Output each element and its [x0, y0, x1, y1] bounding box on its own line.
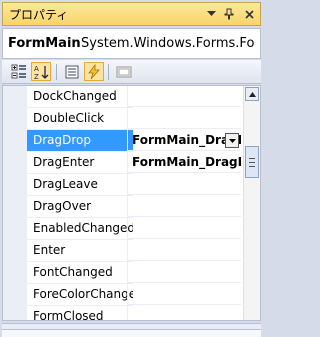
arrow-up-icon: [248, 91, 256, 97]
lightning-icon: [88, 63, 100, 79]
property-name[interactable]: DragDrop: [27, 130, 133, 152]
toolbar-separator: [56, 64, 57, 80]
pin-icon[interactable]: [221, 6, 237, 22]
property-value[interactable]: FormMain_DragEnter: [127, 152, 241, 173]
property-value[interactable]: [127, 174, 241, 195]
property-row[interactable]: DragOver: [3, 196, 241, 218]
property-name[interactable]: DoubleClick: [27, 108, 133, 130]
property-value[interactable]: [127, 240, 241, 261]
object-selector[interactable]: FormMain System.Windows.Forms.Fo: [2, 28, 261, 59]
property-row[interactable]: DragDropFormMain_DragDrop: [3, 130, 241, 152]
property-grid[interactable]: DockChanged DoubleClick DragDrop FormMain_D…: [2, 85, 261, 321]
property-name[interactable]: DragOver: [27, 196, 133, 218]
scroll-up-button[interactable]: [245, 87, 259, 101]
grip-icon: [249, 157, 255, 167]
description-panel: [2, 330, 261, 337]
property-value[interactable]: [127, 284, 241, 305]
categorized-button[interactable]: [9, 62, 29, 81]
properties-button[interactable]: [62, 62, 82, 81]
property-name[interactable]: DockChanged: [27, 86, 133, 108]
property-row[interactable]: DragEnterFormMain_DragEnter: [3, 152, 241, 174]
chevron-down-icon: [228, 138, 236, 143]
property-name[interactable]: FontChanged: [27, 262, 133, 284]
alphabetical-button[interactable]: A Z: [31, 62, 51, 81]
property-name[interactable]: DragLeave: [27, 174, 133, 196]
scroll-thumb[interactable]: [245, 146, 259, 178]
object-type: System.Windows.Forms.Fo: [81, 36, 255, 51]
svg-text:A: A: [34, 65, 39, 73]
property-value[interactable]: [127, 218, 241, 239]
property-value[interactable]: [127, 262, 241, 283]
sort-az-icon: A Z: [34, 65, 49, 80]
vertical-scrollbar[interactable]: [243, 86, 260, 320]
property-row[interactable]: EnabledChanged: [3, 218, 241, 240]
property-row[interactable]: DragLeave: [3, 174, 241, 196]
close-icon[interactable]: [241, 6, 257, 22]
object-name: FormMain: [8, 36, 81, 51]
property-name[interactable]: EnabledChanged: [27, 218, 133, 240]
property-pages-button[interactable]: [114, 62, 134, 81]
property-name[interactable]: ForeColorChanged: [27, 284, 133, 306]
property-row[interactable]: FormClosed: [3, 306, 241, 320]
property-value[interactable]: [127, 196, 241, 217]
description-splitter[interactable]: [2, 323, 261, 330]
property-row[interactable]: FontChanged: [3, 262, 241, 284]
events-button[interactable]: [84, 62, 104, 81]
properties-window: プロパティ FormMain System.Windows.Forms.Fo A: [0, 0, 263, 337]
property-name[interactable]: DragEnter: [27, 152, 133, 174]
categorized-icon: [11, 64, 26, 78]
property-row[interactable]: DockChanged: [3, 86, 241, 108]
property-name[interactable]: Enter: [27, 240, 133, 262]
property-value[interactable]: [127, 86, 241, 107]
property-value[interactable]: [127, 108, 241, 129]
property-row[interactable]: Enter: [3, 240, 241, 262]
value-dropdown-button[interactable]: [225, 133, 239, 148]
panel-title: プロパティ: [9, 8, 69, 22]
property-row[interactable]: ForeColorChanged: [3, 284, 241, 306]
property-pages-icon: [116, 66, 132, 77]
svg-text:Z: Z: [34, 73, 39, 80]
title-bar[interactable]: プロパティ: [2, 2, 261, 26]
toolbar: A Z: [2, 60, 261, 84]
property-value-text: FormMain_DragEnter: [132, 155, 241, 169]
property-row[interactable]: DoubleClick: [3, 108, 241, 130]
toolbar-separator: [108, 64, 109, 80]
property-value[interactable]: FormMain_DragDrop: [127, 130, 241, 151]
properties-list-icon: [65, 65, 79, 78]
property-name[interactable]: FormClosed: [27, 306, 133, 320]
property-value[interactable]: [127, 306, 241, 320]
chevron-down-icon[interactable]: [203, 6, 219, 22]
